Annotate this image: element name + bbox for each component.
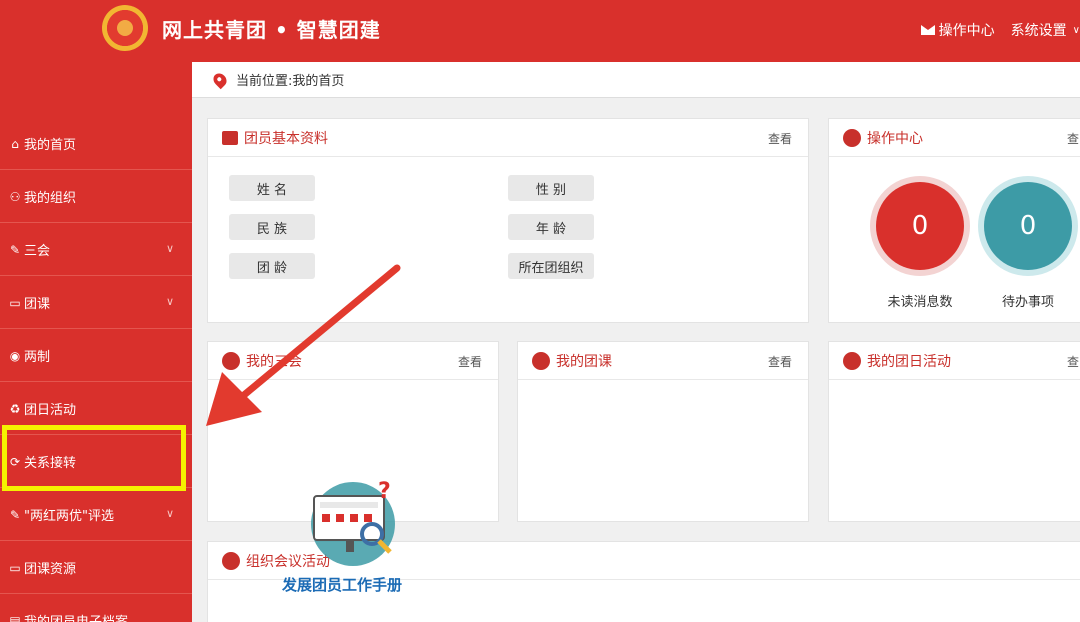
sidebar-item-label: 团课资源: [24, 562, 77, 577]
panel-header: 操作中心 查: [829, 119, 1080, 157]
sidebar-item-label: 团课: [24, 297, 51, 312]
system-settings-label: 系统设置: [1010, 23, 1067, 39]
my-activities-panel: 我的团日活动 查: [828, 341, 1080, 522]
ops-center-panel: 操作中心 查 0 未读消息数 0 待办事项: [828, 118, 1080, 323]
view-more-link[interactable]: 查看: [768, 130, 792, 147]
header-actions: 操作中心 系统设置 ∨: [905, 20, 1080, 40]
sidebar-item-home[interactable]: ⌂ 我的首页: [0, 118, 192, 170]
location-pin-icon: [210, 70, 230, 89]
breadcrumb-text: 当前位置:我的首页: [236, 74, 345, 89]
field-gender: 性 别: [508, 175, 594, 201]
sidebar-item-courses[interactable]: ▭ 团课 ∨: [0, 277, 192, 329]
folder-icon: ▭: [9, 295, 21, 310]
field-league-age: 团 龄: [229, 253, 315, 279]
sidebar-item-course-resources[interactable]: ▭ 团课资源: [0, 542, 192, 594]
sidebar-item-label: 三会: [24, 244, 51, 259]
sidebar-item-label: 团日活动: [24, 403, 77, 418]
gear-icon: [843, 128, 861, 147]
ops-center-link[interactable]: 操作中心: [920, 20, 995, 40]
panel-header: 我的团日活动 查: [829, 342, 1080, 380]
id-card-icon: [222, 130, 238, 145]
chevron-down-icon: ∨: [1072, 24, 1080, 36]
system-settings-menu[interactable]: 系统设置 ∨: [1011, 20, 1080, 40]
envelope-icon: [920, 25, 935, 35]
recycle-icon: ♻: [9, 401, 21, 416]
sidebar-item-label: 我的团员电子档案: [24, 611, 128, 622]
calendar-icon: [222, 351, 240, 370]
sidebar-item-e-archive[interactable]: ▤ 我的团员电子档案: [0, 595, 192, 622]
league-emblem-logo: [102, 5, 148, 51]
folder-icon: ▭: [9, 560, 21, 575]
sidebar: ⌂ 我的首页 ⚇ 我的组织 ✎ 三会 ∨ ▭ 团课 ∨ ◉ 两制 ♻ 团日活动 …: [0, 62, 192, 622]
sidebar-item-two-systems[interactable]: ◉ 两制: [0, 330, 192, 382]
view-more-link[interactable]: 查看: [458, 353, 482, 370]
sidebar-item-label: 我的首页: [24, 138, 77, 153]
home-icon: ⌂: [11, 136, 19, 151]
app-title: 网上共青团 • 智慧团建: [162, 18, 381, 42]
flag-icon: [843, 351, 861, 370]
sidebar-item-label: 两制: [24, 350, 51, 365]
svg-text:?: ?: [378, 479, 391, 504]
panel-header: 团员基本资料 查看: [208, 119, 808, 157]
top-header: 网上共青团 • 智慧团建 操作中心 系统设置 ∨: [0, 0, 1080, 62]
panel-title: 我的三会: [246, 353, 302, 370]
sidebar-item-my-org[interactable]: ⚇ 我的组织: [0, 171, 192, 223]
view-more-link[interactable]: 查: [1067, 130, 1079, 147]
view-more-link[interactable]: 查: [1067, 353, 1079, 370]
field-name: 姓 名: [229, 175, 315, 201]
sidebar-item-label: 我的组织: [24, 191, 77, 206]
field-ethnicity: 民 族: [229, 214, 315, 240]
sidebar-item-selection[interactable]: ✎ "两红两优"评选 ∨: [0, 489, 192, 541]
panel-header: 我的三会 查看: [208, 342, 498, 380]
edit-icon: ✎: [9, 242, 21, 257]
sidebar-item-label: "两红两优"评选: [24, 509, 114, 524]
unread-count-badge[interactable]: 0: [876, 182, 964, 270]
document-icon: ▤: [9, 613, 21, 622]
field-age: 年 龄: [508, 214, 594, 240]
list-icon: [222, 551, 240, 570]
todo-count-badge[interactable]: 0: [984, 182, 1072, 270]
view-more-link[interactable]: 查看: [768, 353, 792, 370]
field-league-org: 所在团组织: [508, 253, 594, 279]
todo-label: 待办事项: [1001, 295, 1054, 310]
rocket-icon: [532, 351, 550, 370]
panel-title: 团员基本资料: [244, 130, 328, 147]
edit-icon: ✎: [9, 507, 21, 522]
users-icon: ⚇: [9, 189, 21, 204]
watermark-text: 发展团员工作手册: [282, 576, 403, 594]
panel-title: 我的团日活动: [867, 353, 951, 370]
my-courses-panel: 我的团课 查看: [517, 341, 809, 522]
unread-label: 未读消息数: [887, 295, 953, 310]
sidebar-item-three-meetings[interactable]: ✎ 三会 ∨: [0, 224, 192, 276]
handbook-watermark-icon: ?: [311, 479, 395, 566]
chevron-down-icon: ∨: [165, 295, 174, 308]
chevron-down-icon: ∨: [165, 242, 174, 255]
panel-title: 操作中心: [867, 130, 923, 147]
highlight-annotation-box: [2, 425, 186, 491]
target-icon: ◉: [9, 348, 21, 363]
breadcrumb: 当前位置:我的首页: [192, 62, 1080, 98]
ops-center-label: 操作中心: [938, 23, 995, 39]
panel-header: 我的团课 查看: [518, 342, 808, 380]
panel-title: 我的团课: [556, 353, 612, 370]
chevron-down-icon: ∨: [165, 507, 174, 520]
profile-panel: 团员基本资料 查看 姓 名 性 别 民 族 年 龄 团 龄 所在团组织: [207, 118, 809, 323]
